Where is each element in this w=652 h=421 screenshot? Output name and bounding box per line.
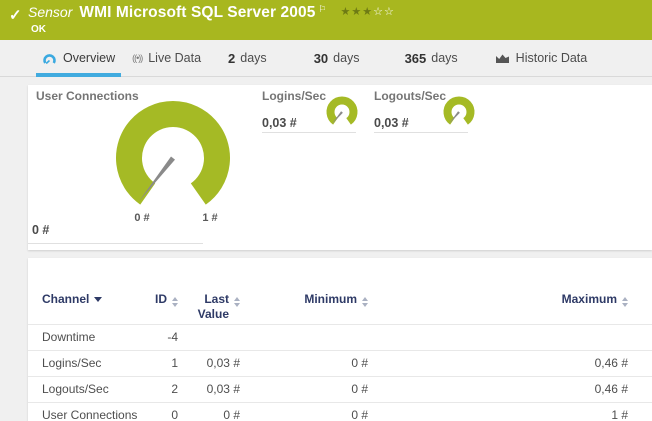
table-header-row: Channel ID Last Value Minimum Maximum bbox=[28, 284, 652, 324]
logouts-gauge bbox=[437, 94, 481, 134]
channel-name[interactable]: Downtime bbox=[28, 324, 138, 350]
gauge-max-label: 1 # bbox=[202, 212, 217, 224]
tab-365-days[interactable]: 365 days bbox=[405, 40, 458, 77]
channel-last-value: 0 # bbox=[178, 402, 240, 421]
sensor-header: ✓ Sensor WMI Microsoft SQL Server 2005 ⚐… bbox=[0, 0, 652, 40]
flag-icon: ⚐ bbox=[318, 4, 326, 15]
sensor-status-badge: OK bbox=[31, 24, 46, 35]
tab-label: days bbox=[240, 51, 266, 65]
table-row[interactable]: User Connections 0 0 # 0 # 1 # bbox=[28, 402, 652, 421]
tab-historic-data[interactable]: Historic Data bbox=[495, 40, 588, 77]
channel-minimum: 0 # bbox=[240, 376, 368, 402]
gauge-title: Logins/Sec bbox=[262, 89, 326, 103]
column-header-minimum[interactable]: Minimum bbox=[240, 284, 368, 324]
channel-id: 2 bbox=[138, 376, 178, 402]
channel-maximum: 0,46 # bbox=[368, 350, 652, 376]
gauge-value: 0,03 # bbox=[374, 116, 409, 130]
channel-name[interactable]: Logins/Sec bbox=[28, 350, 138, 376]
tab-2-days[interactable]: 2 days bbox=[228, 40, 267, 77]
gauge-icon bbox=[42, 52, 57, 65]
sort-icon bbox=[234, 297, 240, 307]
channel-maximum bbox=[368, 324, 652, 350]
divider bbox=[28, 243, 203, 244]
sensor-kind-label: Sensor bbox=[28, 4, 72, 20]
channel-minimum: 0 # bbox=[240, 350, 368, 376]
channel-maximum: 0,46 # bbox=[368, 376, 652, 402]
logins-gauge bbox=[320, 94, 364, 134]
channel-last-value: 0,03 # bbox=[178, 376, 240, 402]
channel-last-value bbox=[178, 324, 240, 350]
channel-maximum: 1 # bbox=[368, 402, 652, 421]
priority-stars[interactable]: ★★★☆☆ bbox=[341, 5, 395, 18]
column-label: Channel bbox=[42, 292, 89, 306]
sorted-desc-icon bbox=[94, 297, 102, 302]
channel-id: -4 bbox=[138, 324, 178, 350]
sort-icon bbox=[172, 297, 178, 307]
stars-filled[interactable]: ★★★ bbox=[341, 6, 374, 18]
column-label: Minimum bbox=[304, 292, 357, 306]
tab-overview[interactable]: Overview bbox=[42, 40, 115, 77]
user-connections-gauge: 0 # 1 # bbox=[98, 88, 248, 238]
table-row[interactable]: Logouts/Sec 2 0,03 # 0 # 0,46 # bbox=[28, 376, 652, 402]
gauges-panel: User Connections 0 # 1 # 0 # Logins/Sec … bbox=[28, 85, 652, 250]
channel-id: 0 bbox=[138, 402, 178, 421]
channel-last-value: 0,03 # bbox=[178, 350, 240, 376]
sensor-title: WMI Microsoft SQL Server 2005 bbox=[79, 4, 315, 22]
column-header-last-value[interactable]: Last Value bbox=[178, 284, 240, 324]
historic-chart-icon bbox=[495, 52, 510, 64]
channel-name[interactable]: User Connections bbox=[28, 402, 138, 421]
table-row[interactable]: Logins/Sec 1 0,03 # 0 # 0,46 # bbox=[28, 350, 652, 376]
prtg-sensor-page: ✓ Sensor WMI Microsoft SQL Server 2005 ⚐… bbox=[0, 0, 652, 421]
channel-id: 1 bbox=[138, 350, 178, 376]
channel-table-panel: Channel ID Last Value Minimum Maximum Do… bbox=[28, 258, 652, 421]
gauge-title: Logouts/Sec bbox=[374, 89, 446, 103]
column-label: ID bbox=[155, 292, 167, 306]
tab-label: days bbox=[333, 51, 359, 65]
stars-empty[interactable]: ☆☆ bbox=[373, 6, 395, 18]
tab-number: 2 bbox=[228, 51, 235, 66]
live-signal-icon: ((•)) bbox=[132, 53, 142, 63]
column-label: Last Value bbox=[189, 292, 229, 322]
tab-30-days[interactable]: 30 days bbox=[314, 40, 360, 77]
divider bbox=[262, 132, 356, 133]
divider bbox=[374, 132, 468, 133]
column-header-maximum[interactable]: Maximum bbox=[368, 284, 652, 324]
gauge-min-label: 0 # bbox=[134, 212, 149, 224]
tab-number: 365 bbox=[405, 51, 427, 66]
primary-gauge-value: 0 # bbox=[32, 223, 49, 237]
column-label: Maximum bbox=[562, 292, 617, 306]
tab-live-data[interactable]: ((•)) Live Data bbox=[132, 40, 201, 77]
channel-minimum bbox=[240, 324, 368, 350]
tab-label: days bbox=[431, 51, 457, 65]
tab-bar: Overview ((•)) Live Data 2 days 30 days … bbox=[0, 40, 652, 77]
sort-icon bbox=[362, 297, 368, 307]
channel-minimum: 0 # bbox=[240, 402, 368, 421]
column-header-id[interactable]: ID bbox=[138, 284, 178, 324]
sort-icon bbox=[622, 297, 628, 307]
tab-label: Live Data bbox=[148, 51, 201, 65]
table-row[interactable]: Downtime -4 bbox=[28, 324, 652, 350]
tab-label: Historic Data bbox=[516, 51, 588, 65]
gauge-value: 0,03 # bbox=[262, 116, 297, 130]
tab-label: Overview bbox=[63, 51, 115, 65]
column-header-channel[interactable]: Channel bbox=[28, 284, 138, 324]
tab-number: 30 bbox=[314, 51, 328, 66]
channel-name[interactable]: Logouts/Sec bbox=[28, 376, 138, 402]
status-ok-check-icon: ✓ bbox=[9, 6, 22, 24]
channel-table: Channel ID Last Value Minimum Maximum Do… bbox=[28, 284, 652, 421]
